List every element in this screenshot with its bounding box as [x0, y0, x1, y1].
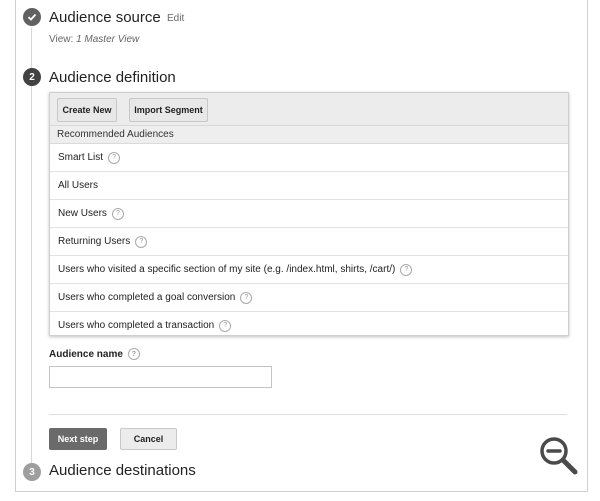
source-view-line: View: 1 Master View: [49, 34, 139, 45]
step-rail: [31, 28, 32, 468]
audience-item-label: Users who completed a transaction: [58, 320, 215, 331]
audience-item-label: Returning Users: [58, 236, 131, 247]
frame-bottom-border: [15, 491, 588, 492]
help-icon[interactable]: ?: [127, 348, 140, 360]
audience-list-item[interactable]: All Users: [50, 172, 568, 200]
help-icon[interactable]: ?: [219, 319, 232, 332]
zoom-out-icon[interactable]: [537, 434, 581, 478]
step-destinations-title: Audience destinations: [49, 462, 196, 479]
step-completed-checkmark-icon: [23, 8, 41, 26]
audience-name-label: Audience name ?: [49, 348, 140, 360]
view-prefix: View:: [49, 34, 74, 45]
audience-item-label: Users who completed a goal conversion: [58, 292, 236, 303]
edit-source-link[interactable]: Edit: [167, 13, 184, 24]
frame-right-border: [587, 0, 588, 492]
audience-list-item[interactable]: Users who visited a specific section of …: [50, 256, 568, 284]
view-value: 1 Master View: [76, 34, 140, 45]
audience-item-label: Smart List: [58, 152, 104, 163]
actions-divider: [49, 414, 567, 415]
audience-name-label-text: Audience name: [49, 348, 123, 360]
import-segment-button[interactable]: Import Segment: [129, 98, 208, 122]
audience-list-item[interactable]: New Users?: [50, 200, 568, 228]
audience-list-item[interactable]: Users who completed a transaction?: [50, 312, 568, 339]
step-source-title: Audience source: [49, 9, 161, 26]
help-icon[interactable]: ?: [400, 263, 413, 276]
recommended-audiences-header: Recommended Audiences: [50, 126, 568, 144]
step-3-number: 3: [23, 463, 41, 481]
step-2-number: 2: [23, 68, 41, 86]
audience-list: Smart List? All Users New Users? Returning …: [50, 144, 568, 339]
audience-name-input[interactable]: [49, 366, 272, 388]
frame-left-border: [15, 0, 16, 492]
help-icon[interactable]: ?: [111, 207, 124, 220]
step-definition-title: Audience definition: [49, 69, 176, 86]
next-step-button[interactable]: Next step: [49, 428, 107, 450]
help-icon[interactable]: ?: [108, 151, 121, 164]
audience-definition-panel: Create New Import Segment Recommended Au…: [49, 92, 569, 336]
help-icon[interactable]: ?: [135, 235, 148, 248]
audience-item-label: New Users: [58, 208, 107, 219]
audience-list-item[interactable]: Users who completed a goal conversion?: [50, 284, 568, 312]
create-new-button[interactable]: Create New: [57, 98, 117, 122]
audience-item-label: Users who visited a specific section of …: [58, 264, 396, 275]
help-icon[interactable]: ?: [240, 291, 253, 304]
audience-list-item[interactable]: Smart List?: [50, 144, 568, 172]
audience-item-label: All Users: [58, 180, 99, 191]
cancel-button[interactable]: Cancel: [120, 428, 177, 450]
audience-list-item[interactable]: Returning Users?: [50, 228, 568, 256]
panel-toolbar: Create New Import Segment: [50, 93, 568, 126]
